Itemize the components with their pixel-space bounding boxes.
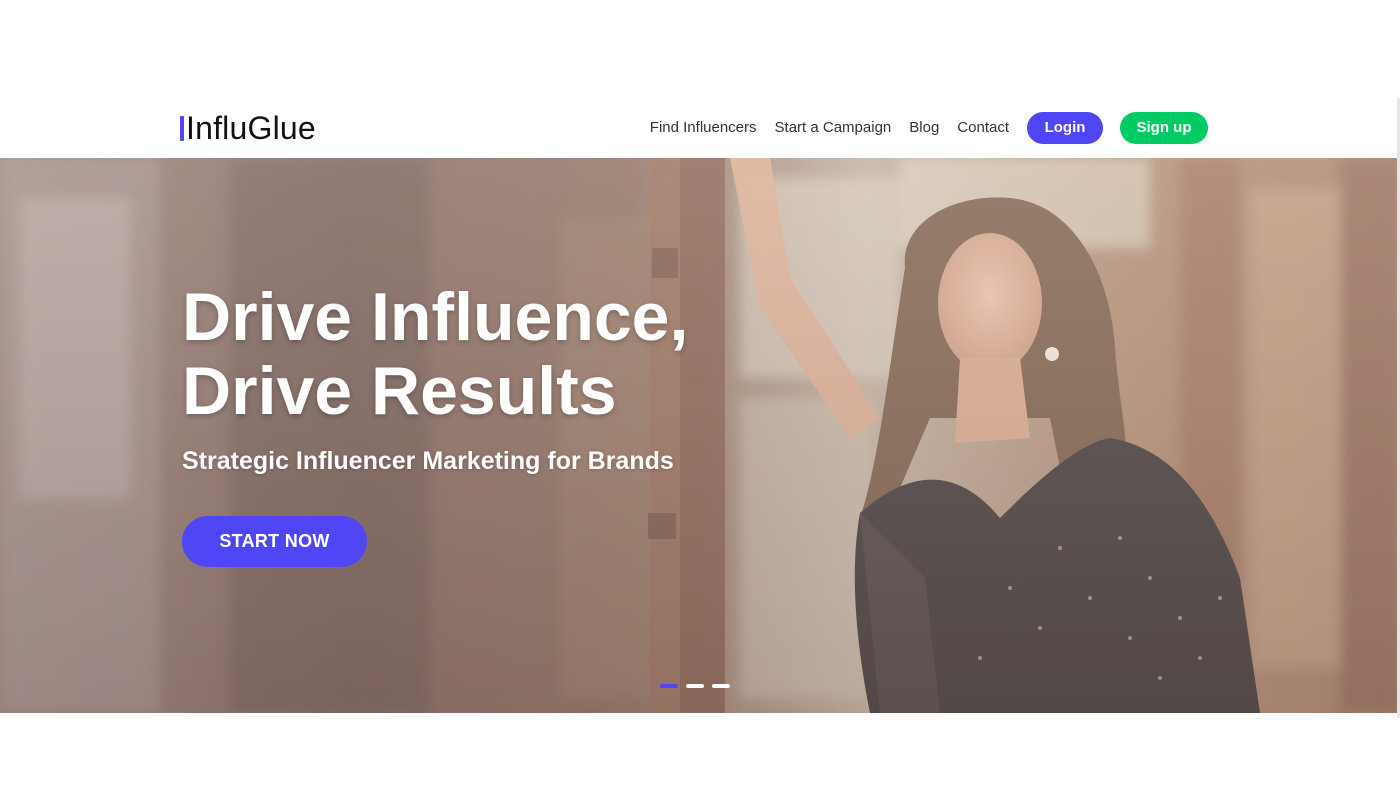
nav-blog[interactable]: Blog [909, 112, 939, 144]
nav-contact[interactable]: Contact [957, 112, 1009, 144]
hero-overlay [0, 158, 1400, 713]
hero-title: Drive Influence, Drive Results [182, 280, 688, 428]
start-now-button[interactable]: START NOW [182, 516, 367, 567]
nav-find-influencers[interactable]: Find Influencers [650, 112, 757, 144]
signup-button[interactable]: Sign up [1120, 112, 1208, 144]
carousel-dot[interactable] [686, 684, 704, 688]
logo-text: InfluGlue [186, 110, 316, 146]
nav-start-campaign[interactable]: Start a Campaign [775, 112, 892, 144]
carousel-dot[interactable] [712, 684, 730, 688]
carousel-dot[interactable] [660, 684, 678, 688]
page: InfluGlue Find Influencers Start a Campa… [0, 0, 1400, 800]
logo[interactable]: InfluGlue [180, 108, 316, 148]
site-header: InfluGlue Find Influencers Start a Campa… [0, 98, 1400, 158]
hero-title-line-1: Drive Influence, [182, 279, 689, 355]
main-nav: Find Influencers Start a Campaign Blog C… [650, 112, 1208, 144]
login-button[interactable]: Login [1027, 112, 1103, 144]
logo-bar-icon [180, 115, 184, 141]
hero-title-line-2: Drive Results [182, 353, 617, 429]
hero-subtitle: Strategic Influencer Marketing for Brand… [182, 447, 674, 475]
carousel-indicators [660, 684, 730, 688]
hero-banner: Drive Influence, Drive Results Strategic… [0, 158, 1400, 713]
